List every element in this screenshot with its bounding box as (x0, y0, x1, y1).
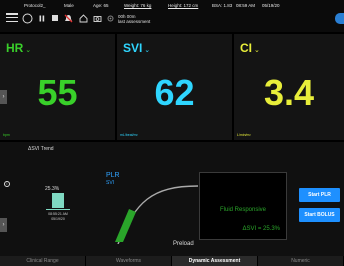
tab-dynamic-assessment[interactable]: Dynamic Assessment (172, 256, 258, 266)
patient-weight[interactable]: Weight: 76 kg (124, 3, 151, 8)
plr-response-marker (115, 209, 136, 242)
start-bolus-button[interactable]: Start BOLUS (299, 208, 340, 222)
tile-svi-label[interactable]: SVI ⌄ (123, 41, 150, 55)
expand-left-arrow-icon[interactable]: › (0, 90, 7, 104)
snapshot-icon[interactable] (92, 13, 102, 23)
patient-age: Age: 65 (93, 3, 109, 8)
frank-starling-curve (115, 185, 198, 244)
menu-icon[interactable] (6, 13, 18, 23)
patient-bsa: BSA: 1.83 (212, 3, 233, 8)
tile-hr[interactable]: HR ⌄ 55 bpm (0, 34, 116, 140)
patient-sex: Male (64, 3, 74, 8)
trend-title: ΔSVI Trend (28, 146, 54, 152)
pause-icon[interactable] (38, 13, 46, 23)
delta-svi-value: ΔSVI = 25.3% (242, 226, 280, 232)
tile-ci-value: 3.4 (263, 72, 315, 113)
tab-clinical-range[interactable]: Clinical Range (0, 256, 86, 266)
home-icon[interactable] (78, 13, 88, 23)
tile-ci[interactable]: CI ⌄ 3.4 L/min/m² (234, 34, 344, 140)
monitor-ring-icon[interactable] (21, 13, 33, 23)
fluid-response-box: Fluid Responsive ΔSVI = 25.3% (199, 172, 287, 240)
patient-height[interactable]: Height: 172 cm (168, 3, 198, 8)
trend-bar[interactable] (52, 193, 64, 208)
chevron-down-icon: ⌄ (142, 47, 151, 54)
patient-id: Protocol2_ (24, 3, 46, 8)
stop-icon[interactable] (51, 13, 59, 23)
top-bar: Protocol2_ Male Age: 65 Weight: 76 kg He… (0, 0, 344, 32)
chevron-down-icon: ⌄ (252, 47, 260, 54)
trend-percent: 25.3% (45, 186, 60, 192)
expand-left-arrow-icon[interactable]: › (0, 218, 7, 232)
start-plr-button[interactable]: Start PLR (299, 188, 340, 202)
settings-icon[interactable] (105, 13, 115, 23)
tile-hr-unit: bpm (3, 133, 10, 137)
chevron-down-icon: ⌄ (23, 47, 32, 54)
preload-label: Preload (173, 241, 194, 247)
trend-date: 05/19/20 (51, 216, 65, 221)
right-panel-tab[interactable] (335, 13, 344, 24)
tile-hr-value: 55 (37, 72, 78, 113)
info-icon[interactable]: i (4, 181, 10, 187)
tile-svi[interactable]: SVI ⌄ 62 mL/beat/m² (117, 34, 233, 140)
clock-date: 05/19/20 (262, 3, 280, 8)
view-tabs: Clinical Range Waveforms Dynamic Assessm… (0, 256, 344, 266)
tile-svi-value: 62 (154, 72, 195, 113)
trend-timestamp: 08:55:21 AM 05/19/20 (44, 212, 72, 221)
tile-hr-label[interactable]: HR ⌄ (6, 41, 31, 55)
tile-svi-unit: mL/beat/m² (120, 133, 138, 137)
trend-time: 08:55:21 AM (48, 212, 68, 216)
timer-label: last assessment (118, 19, 151, 24)
trend-baseline (46, 209, 70, 210)
tile-ci-unit: L/min/m² (237, 133, 251, 137)
clock-time: 08:59 AM (236, 3, 256, 8)
tab-waveforms[interactable]: Waveforms (86, 256, 172, 266)
fluid-status: Fluid Responsive (219, 207, 267, 213)
alarm-off-icon[interactable] (63, 13, 73, 23)
assessment-timer: 00h 00m last assessment (118, 14, 150, 24)
tile-ci-label[interactable]: CI ⌄ (240, 41, 260, 55)
dynamic-assessment-panel: i ΔSVI Trend 25.3% 08:55:21 AM 05/19/20 … (0, 142, 344, 256)
tab-numeric[interactable]: Numeric (258, 256, 344, 266)
